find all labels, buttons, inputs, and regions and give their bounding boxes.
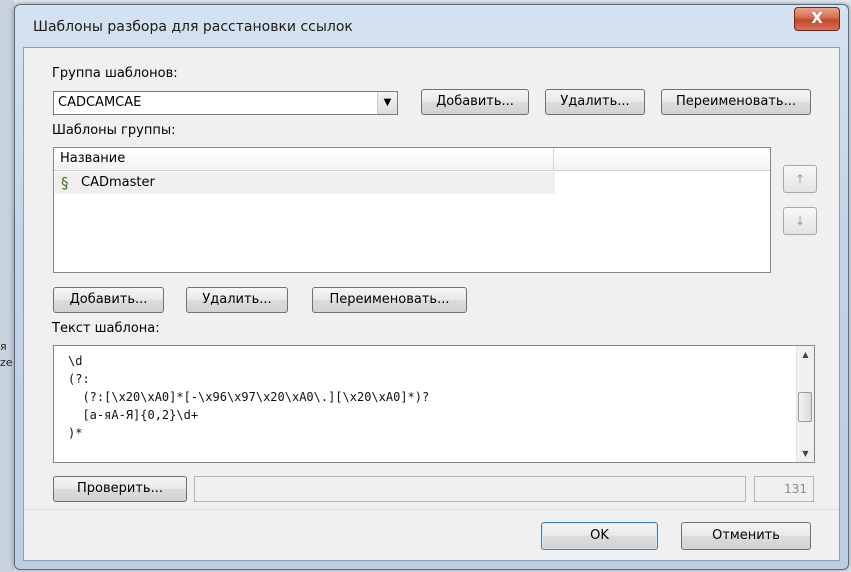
group-label: Группа шаблонов: [52,66,178,81]
list-item[interactable]: § CADmaster [55,172,555,194]
dialog-body: Группа шаблонов: CADCAMCAE ▼ Добавить...… [23,47,840,561]
list-item-label: CADmaster [81,175,155,190]
template-text-line: \d [68,354,83,368]
template-text-content: \d (?: (?:[\x20\xA0]*[-\x96\x97\x20\xA0\… [68,352,429,442]
template-text-label: Текст шаблона: [52,321,160,336]
group-select-value: CADCAMCAE [58,95,142,110]
templates-label: Шаблоны группы: [52,123,176,138]
match-count-field: 131 [754,476,814,502]
rename-template-button[interactable]: Переименовать... [312,287,467,313]
column-header-label: Название [60,151,126,166]
chevron-down-icon[interactable]: ▼ [377,92,397,114]
check-button[interactable]: Проверить... [53,476,187,502]
ok-button[interactable]: OK [541,522,658,550]
column-header-name[interactable]: Название [54,148,554,170]
delete-group-button[interactable]: Удалить... [545,89,645,115]
template-text-line: )* [68,426,83,440]
check-result-field [194,476,746,502]
template-icon: § [61,174,69,192]
scroll-thumb[interactable] [798,392,812,422]
templates-list[interactable]: Название § CADmaster [53,147,771,273]
delete-template-button[interactable]: Удалить... [186,287,288,313]
rename-group-button[interactable]: Переименовать... [661,89,811,115]
list-header: Название [54,148,770,171]
add-template-button[interactable]: Добавить... [53,287,164,313]
add-group-button[interactable]: Добавить... [421,89,529,115]
group-select[interactable]: CADCAMCAE ▼ [53,91,398,115]
move-up-button[interactable]: ↑ [783,165,817,193]
template-text-line: (?:[\x20\xA0]*[-\x96\x97\x20\xA0\.][\x20… [82,390,430,404]
dialog-footer: OK Отменить [24,509,839,560]
background-window-edge [0,0,14,572]
window-title: Шаблоны разбора для расстановки ссылок [33,19,353,35]
template-text-area[interactable]: \d (?: (?:[\x20\xA0]*[-\x96\x97\x20\xA0\… [53,345,815,463]
scroll-down-icon[interactable]: ▼ [797,445,814,462]
cancel-button[interactable]: Отменить [681,522,811,550]
dialog-window: Шаблоны разбора для расстановки ссылок X… [14,4,849,570]
background-text-fragment: ze [0,356,13,369]
template-text-line: [a-яА-Я]{0,2}\d+ [82,408,199,422]
close-button[interactable]: X [794,7,840,31]
move-down-button[interactable]: ↓ [783,207,817,235]
template-text-line: (?: [68,372,90,386]
scroll-up-icon[interactable]: ▲ [797,346,814,363]
vertical-scrollbar[interactable]: ▲ ▼ [796,346,814,462]
background-text-fragment: я [0,340,7,353]
